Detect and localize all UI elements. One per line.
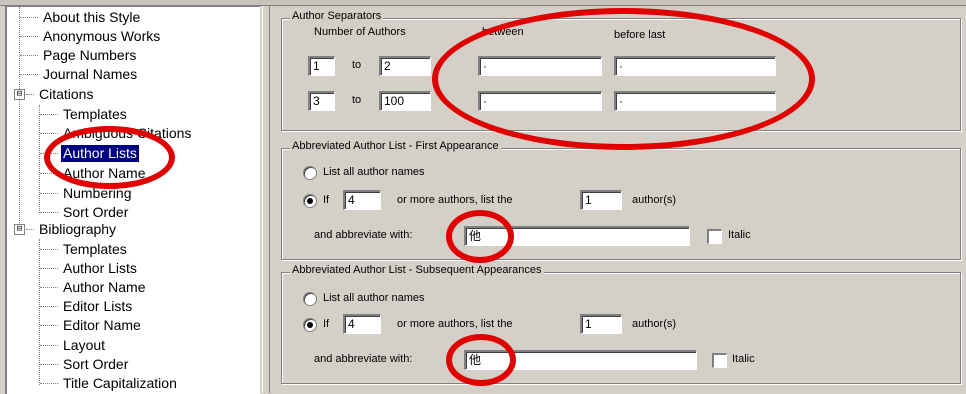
to-authors-field[interactable]: 2 (379, 56, 431, 76)
tree-item-ambiguous-citations[interactable]: Ambiguous Citations (61, 124, 193, 143)
if-label: If (323, 194, 330, 206)
tree-item-title-capitalization[interactable]: Title Capitalization (61, 374, 179, 393)
to-label: to (352, 94, 362, 106)
more-authors-text: or more authors, list the (397, 318, 513, 330)
abbreviate-field[interactable]: 他 (464, 350, 697, 370)
tree-item-numbering[interactable]: Numbering (61, 184, 133, 203)
tree-line (26, 229, 34, 230)
tree-item-bibliography-templates[interactable]: Templates (61, 240, 129, 259)
tree-item-citations-author-lists[interactable]: Author Lists (60, 144, 140, 163)
tree-item-bibliography-author-lists[interactable]: Author Lists (61, 259, 139, 278)
tree-line (40, 249, 58, 250)
tree-item-journal-names[interactable]: Journal Names (41, 65, 139, 84)
tree-line (40, 325, 58, 326)
italic-label: Italic (732, 353, 755, 365)
tree-line (40, 133, 58, 134)
abbreviate-label: and abbreviate with: (314, 353, 413, 365)
tree-line (20, 55, 38, 56)
if-radio[interactable] (303, 318, 317, 332)
collapse-icon[interactable]: ⊟ (14, 89, 25, 100)
tree-line (40, 383, 58, 384)
tree-item-layout[interactable]: Layout (61, 336, 107, 355)
tree-item-anonymous-works[interactable]: Anonymous Works (41, 27, 162, 46)
list-count-field[interactable]: 1 (580, 314, 622, 334)
between-label: between (482, 26, 524, 38)
tree-item-about-this-style[interactable]: About this Style (41, 8, 142, 27)
tree-line (40, 345, 58, 346)
tree-item-bibliography-sort-order[interactable]: Sort Order (61, 355, 130, 374)
more-authors-text: or more authors, list the (397, 194, 513, 206)
list-all-label: List all author names (323, 292, 425, 304)
tree-line (40, 212, 58, 213)
tree-line (40, 193, 58, 194)
if-radio[interactable] (303, 194, 317, 208)
tree-line (40, 173, 58, 174)
before-last-label: before last (614, 29, 666, 41)
between-separator-field[interactable]: · (478, 91, 602, 111)
tree-item-editor-lists[interactable]: Editor Lists (61, 297, 134, 316)
tree-item-citations-templates[interactable]: Templates (61, 105, 129, 124)
tree-line (20, 17, 38, 18)
tree-item-citations-author-name[interactable]: Author Name (61, 164, 147, 183)
before-last-separator-field[interactable]: · (614, 56, 776, 76)
authors-text: author(s) (632, 318, 677, 330)
list-all-label: List all author names (323, 166, 425, 178)
between-separator-field[interactable]: · (478, 56, 602, 76)
abbreviate-field[interactable]: 他 (464, 226, 690, 246)
tree-line (20, 36, 38, 37)
italic-checkbox[interactable] (707, 229, 722, 244)
settings-panel: Author Separators Number of Authors betw… (271, 6, 966, 393)
tree-line (39, 105, 40, 213)
from-authors-field[interactable]: 1 (308, 56, 335, 76)
if-label: If (323, 318, 330, 330)
to-authors-field[interactable]: 100 (379, 91, 431, 111)
tree-line (40, 364, 58, 365)
from-authors-field[interactable]: 3 (308, 91, 335, 111)
author-threshold-field[interactable]: 4 (343, 190, 381, 210)
style-tree[interactable]: About this Style Anonymous Works Page Nu… (5, 6, 260, 394)
tree-line (40, 287, 58, 288)
tree-item-citations[interactable]: Citations (37, 85, 95, 104)
list-count-field[interactable]: 1 (580, 190, 622, 210)
number-of-authors-label: Number of Authors (314, 26, 406, 38)
first-appearance-group: Abbreviated Author List - First Appearan… (281, 140, 961, 260)
group-title: Abbreviated Author List - Subsequent App… (290, 264, 544, 276)
tree-item-page-numbers[interactable]: Page Numbers (41, 46, 138, 65)
pane-splitter[interactable] (262, 6, 270, 393)
radio-selected-dot (307, 322, 313, 328)
before-last-separator-field[interactable]: · (614, 91, 776, 111)
radio-selected-dot (307, 198, 313, 204)
author-threshold-field[interactable]: 4 (343, 314, 381, 334)
tree-item-editor-name[interactable]: Editor Name (61, 316, 143, 335)
tree-line (40, 153, 58, 154)
tree-item-bibliography[interactable]: Bibliography (37, 220, 118, 239)
tree-line (26, 94, 34, 95)
tree-line (40, 306, 58, 307)
authors-text: author(s) (632, 194, 677, 206)
group-title: Author Separators (290, 10, 384, 22)
tree-line (19, 7, 20, 229)
author-separators-group: Author Separators Number of Authors betw… (281, 10, 961, 131)
abbreviate-label: and abbreviate with: (314, 229, 413, 241)
subsequent-appearances-group: Abbreviated Author List - Subsequent App… (281, 264, 961, 384)
group-title: Abbreviated Author List - First Appearan… (290, 140, 501, 152)
italic-label: Italic (728, 229, 751, 241)
list-all-radio[interactable] (303, 292, 317, 306)
collapse-icon[interactable]: ⊟ (14, 224, 25, 235)
tree-line (40, 114, 58, 115)
tree-line (40, 268, 58, 269)
to-label: to (352, 59, 362, 71)
tree-line (20, 74, 38, 75)
tree-item-bibliography-author-name[interactable]: Author Name (61, 278, 147, 297)
list-all-radio[interactable] (303, 166, 317, 180)
italic-checkbox[interactable] (712, 353, 727, 368)
